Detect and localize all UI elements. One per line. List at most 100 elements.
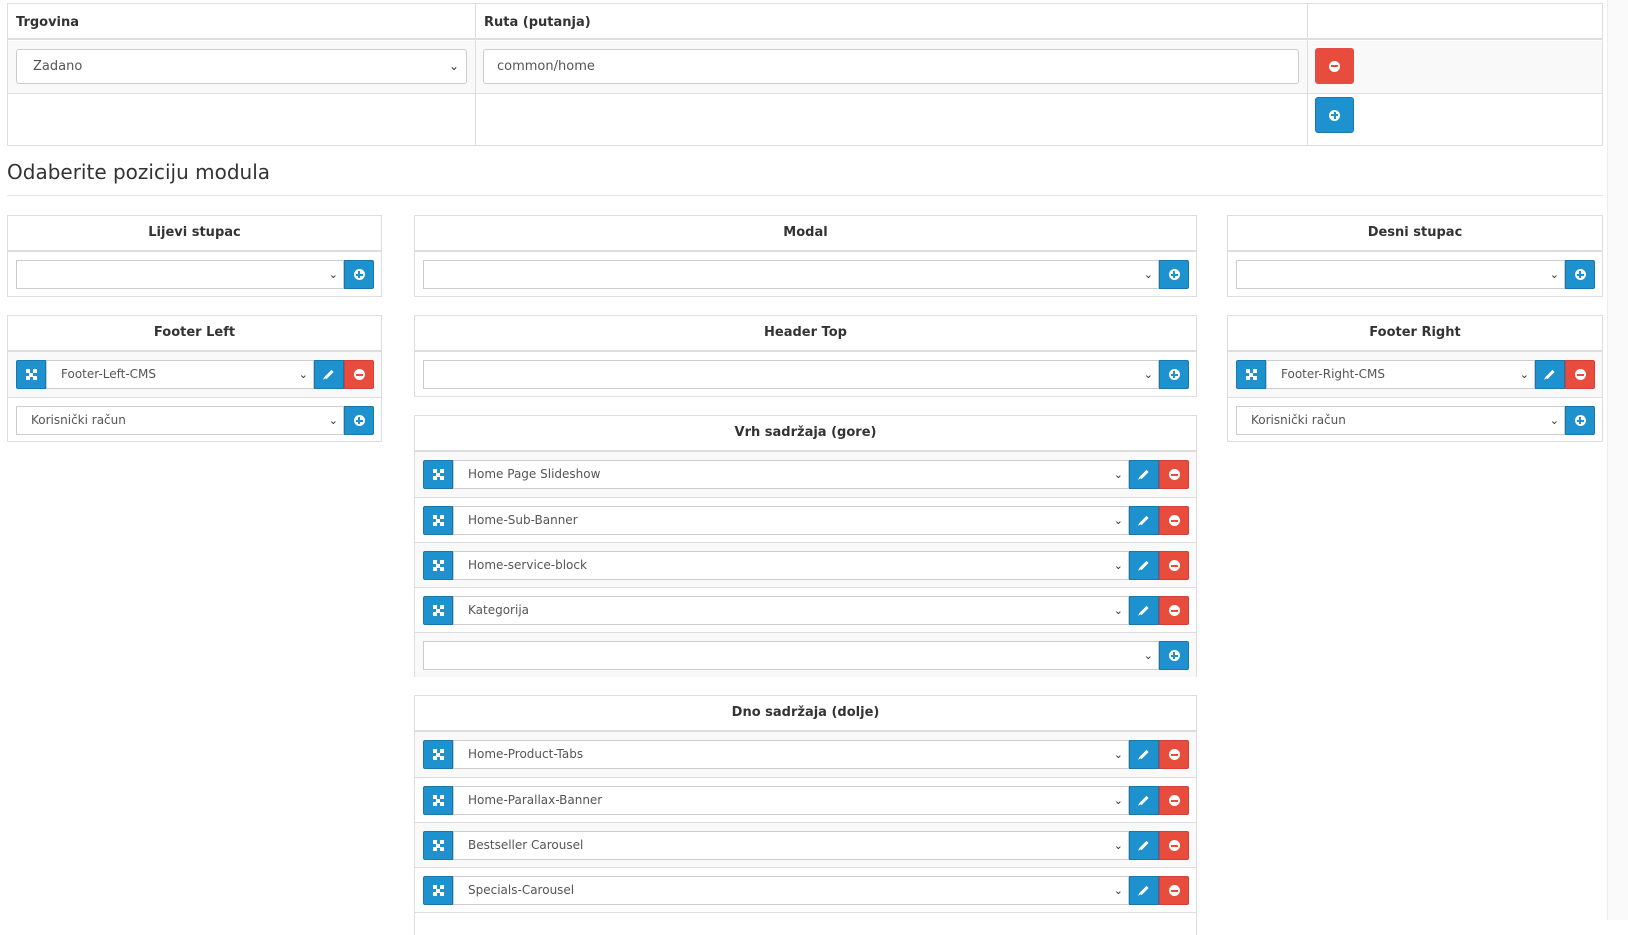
plus-circle-icon bbox=[1574, 269, 1586, 280]
drag-handle[interactable] bbox=[1236, 360, 1266, 389]
add-module-button[interactable] bbox=[1159, 360, 1189, 389]
column-divider bbox=[1307, 4, 1308, 145]
panel-content-top: Vrh sadržaja (gore) Home Page Slideshow ⌄… bbox=[414, 415, 1197, 677]
add-module-row: Korisnički račun ⌄ bbox=[1228, 397, 1602, 442]
page-scrollbar[interactable] bbox=[1607, 0, 1628, 920]
store-select[interactable]: Zadano ⌄ bbox=[16, 49, 467, 84]
remove-module-button[interactable] bbox=[344, 360, 374, 389]
layout-route-table: Trgovina Ruta (putanja) Zadano ⌄ common/… bbox=[7, 3, 1603, 146]
remove-module-button[interactable] bbox=[1159, 831, 1189, 860]
drag-handle[interactable] bbox=[423, 876, 453, 905]
edit-module-button[interactable] bbox=[1129, 596, 1159, 625]
module-row: Specials-Carousel ⌄ bbox=[415, 867, 1196, 912]
module-row: Home-Parallax-Banner ⌄ bbox=[415, 777, 1196, 822]
edit-module-button[interactable] bbox=[1129, 506, 1159, 535]
remove-module-button[interactable] bbox=[1159, 740, 1189, 769]
minus-circle-icon bbox=[1168, 560, 1180, 571]
add-module-row: ⌄ bbox=[1228, 252, 1602, 297]
table-header: Trgovina Ruta (putanja) bbox=[8, 4, 1602, 40]
edit-module-button[interactable] bbox=[1129, 786, 1159, 815]
remove-module-button[interactable] bbox=[1159, 786, 1189, 815]
module-row: Home-service-block ⌄ bbox=[415, 542, 1196, 587]
add-module-select[interactable]: Korisnički račun ⌄ bbox=[1236, 406, 1565, 435]
add-module-button[interactable] bbox=[344, 406, 374, 435]
module-select[interactable]: Home-Sub-Banner ⌄ bbox=[453, 506, 1129, 535]
route-input[interactable]: common/home bbox=[483, 49, 1299, 84]
panel-footer-left: Footer Left Footer-Left-CMS ⌄ Korisnički… bbox=[7, 315, 382, 442]
add-module-select[interactable]: Korisnički račun ⌄ bbox=[16, 406, 344, 435]
edit-module-button[interactable] bbox=[1129, 831, 1159, 860]
pencil-icon bbox=[1139, 469, 1149, 480]
module-select[interactable]: Home-service-block ⌄ bbox=[453, 551, 1129, 580]
drag-handle[interactable] bbox=[423, 786, 453, 815]
panel-title: Header Top bbox=[415, 316, 1196, 352]
edit-module-button[interactable] bbox=[314, 360, 344, 389]
module-row: Home Page Slideshow ⌄ bbox=[415, 452, 1196, 497]
module-row: Home-Sub-Banner ⌄ bbox=[415, 497, 1196, 542]
add-module-row: ⌄ bbox=[415, 252, 1196, 297]
add-module-button[interactable] bbox=[1565, 260, 1595, 289]
drag-handle[interactable] bbox=[423, 551, 453, 580]
plus-circle-icon bbox=[1329, 109, 1340, 121]
add-module-select[interactable]: ⌄ bbox=[423, 641, 1159, 670]
panel-title: Modal bbox=[415, 216, 1196, 252]
add-module-select[interactable]: ⌄ bbox=[423, 260, 1159, 289]
add-module-button[interactable] bbox=[1565, 406, 1595, 435]
add-module-select[interactable]: ⌄ bbox=[423, 360, 1159, 389]
drag-handle[interactable] bbox=[16, 360, 46, 389]
remove-module-button[interactable] bbox=[1159, 460, 1189, 489]
edit-module-button[interactable] bbox=[1129, 740, 1159, 769]
minus-circle-icon bbox=[1168, 605, 1180, 616]
module-select[interactable]: Footer-Right-CMS ⌄ bbox=[1266, 360, 1535, 389]
module-row: Home-Product-Tabs ⌄ bbox=[415, 732, 1196, 777]
table-row bbox=[415, 912, 1196, 920]
minus-circle-icon bbox=[1168, 885, 1180, 896]
add-module-select[interactable]: ⌄ bbox=[16, 260, 344, 289]
edit-module-button[interactable] bbox=[1129, 876, 1159, 905]
module-select[interactable]: Home-Product-Tabs ⌄ bbox=[453, 740, 1129, 769]
pencil-icon bbox=[324, 369, 334, 380]
plus-circle-icon bbox=[1168, 369, 1180, 380]
drag-handle[interactable] bbox=[423, 506, 453, 535]
panel-content-bottom: Dno sadržaja (dolje) Home-Product-Tabs ⌄ … bbox=[414, 695, 1197, 935]
remove-module-button[interactable] bbox=[1159, 551, 1189, 580]
module-select[interactable]: Bestseller Carousel ⌄ bbox=[453, 831, 1129, 860]
drag-handle[interactable] bbox=[423, 740, 453, 769]
add-module-row: ⌄ bbox=[8, 252, 381, 297]
remove-route-button[interactable] bbox=[1315, 48, 1354, 84]
remove-module-button[interactable] bbox=[1159, 506, 1189, 535]
drag-handle[interactable] bbox=[423, 831, 453, 860]
pencil-icon bbox=[1139, 605, 1149, 616]
module-select[interactable]: Specials-Carousel ⌄ bbox=[453, 876, 1129, 905]
chevron-down-icon: ⌄ bbox=[1113, 559, 1123, 572]
remove-module-button[interactable] bbox=[1565, 360, 1595, 389]
plus-circle-icon bbox=[1574, 415, 1586, 426]
drag-handle[interactable] bbox=[423, 460, 453, 489]
remove-module-button[interactable] bbox=[1159, 596, 1189, 625]
drag-handle[interactable] bbox=[423, 596, 453, 625]
chevron-down-icon: ⌄ bbox=[1113, 514, 1123, 527]
add-module-button[interactable] bbox=[344, 260, 374, 289]
panel-column-left: Lijevi stupac ⌄ bbox=[7, 215, 382, 297]
edit-module-button[interactable] bbox=[1535, 360, 1565, 389]
add-module-button[interactable] bbox=[1159, 641, 1189, 670]
panel-title: Dno sadržaja (dolje) bbox=[415, 696, 1196, 732]
module-select[interactable]: Home-Parallax-Banner ⌄ bbox=[453, 786, 1129, 815]
add-module-button[interactable] bbox=[1159, 260, 1189, 289]
chevron-down-icon: ⌄ bbox=[298, 368, 308, 381]
edit-module-button[interactable] bbox=[1129, 460, 1159, 489]
pencil-icon bbox=[1545, 369, 1555, 380]
edit-module-button[interactable] bbox=[1129, 551, 1159, 580]
pencil-icon bbox=[1139, 840, 1149, 851]
column-divider bbox=[475, 4, 476, 145]
chevron-down-icon: ⌄ bbox=[1143, 268, 1153, 281]
add-module-select[interactable]: ⌄ bbox=[1236, 260, 1565, 289]
remove-module-button[interactable] bbox=[1159, 876, 1189, 905]
module-select[interactable]: Footer-Left-CMS ⌄ bbox=[46, 360, 314, 389]
module-select[interactable]: Home Page Slideshow ⌄ bbox=[453, 460, 1129, 489]
legend-divider bbox=[7, 195, 1603, 196]
chevron-down-icon: ⌄ bbox=[1549, 268, 1559, 281]
module-row: Kategorija ⌄ bbox=[415, 587, 1196, 632]
module-select[interactable]: Kategorija ⌄ bbox=[453, 596, 1129, 625]
add-route-button[interactable] bbox=[1315, 97, 1354, 133]
